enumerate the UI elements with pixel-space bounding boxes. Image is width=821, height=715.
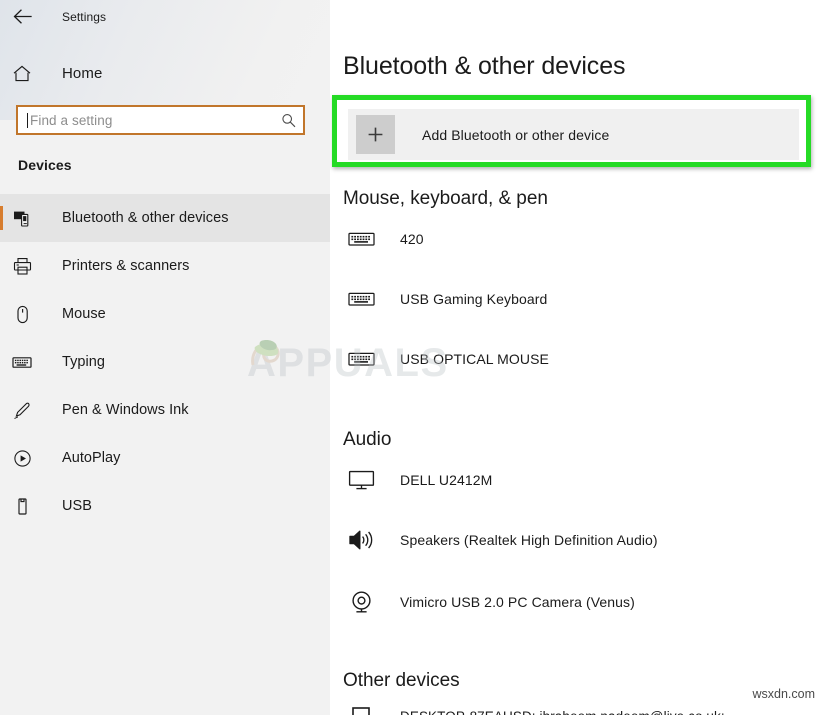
group-heading-audio: Audio (343, 429, 392, 450)
window-title: Settings (62, 9, 107, 24)
list-item[interactable]: Vimicro USB 2.0 PC Camera (Venus) (343, 585, 635, 619)
keyboard-icon (0, 355, 44, 369)
list-item[interactable]: Speakers (Realtek High Definition Audio) (343, 523, 658, 557)
sidebar-item-label: USB (62, 498, 92, 514)
sidebar-item-home[interactable]: Home (0, 58, 330, 88)
device-name: DESKTOP-87EAUSD: ibraheem.nadeem@live.co… (400, 709, 725, 715)
search-input[interactable]: Find a setting (16, 105, 305, 135)
keyboard-icon (343, 230, 379, 248)
device-name: DELL U2412M (400, 472, 493, 488)
webcam-icon (343, 590, 379, 615)
device-name: USB Gaming Keyboard (400, 291, 548, 307)
sidebar-item-printers-scanners[interactable]: Printers & scanners (0, 242, 330, 290)
add-bluetooth-or-other-device-button[interactable]: Add Bluetooth or other device (348, 109, 799, 160)
sidebar-item-typing[interactable]: Typing (0, 338, 330, 386)
list-item[interactable]: DESKTOP-87EAUSD: ibraheem.nadeem@live.co… (343, 699, 725, 715)
group-heading-mouse-keyboard-pen: Mouse, keyboard, & pen (343, 188, 548, 209)
list-item[interactable]: USB Gaming Keyboard (343, 282, 547, 316)
sidebar-item-label: Typing (62, 354, 106, 370)
sidebar-item-usb[interactable]: USB (0, 482, 330, 530)
list-item[interactable]: 420 (343, 222, 424, 256)
device-name: USB OPTICAL MOUSE (400, 351, 549, 367)
sidebar-item-label: Mouse (62, 306, 106, 322)
group-heading-other-devices: Other devices (343, 670, 460, 691)
device-name: Vimicro USB 2.0 PC Camera (Venus) (400, 594, 635, 610)
sidebar-item-bluetooth-other-devices[interactable]: Bluetooth & other devices (0, 194, 330, 242)
title-bar: Settings (0, 0, 330, 33)
printer-icon (0, 257, 44, 276)
list-item[interactable]: USB OPTICAL MOUSE (343, 342, 549, 376)
sidebar-item-mouse[interactable]: Mouse (0, 290, 330, 338)
text-caret (27, 112, 28, 128)
search-placeholder: Find a setting (30, 112, 113, 128)
device-name: Speakers (Realtek High Definition Audio) (400, 532, 658, 548)
sidebar-section-title: Devices (18, 157, 72, 173)
speaker-icon (343, 528, 379, 552)
keyboard-icon (343, 350, 379, 368)
back-arrow-icon[interactable] (0, 2, 44, 32)
monitor-icon (343, 469, 379, 491)
page-title: Bluetooth & other devices (343, 52, 626, 80)
sidebar-item-label: Bluetooth & other devices (62, 210, 229, 226)
add-device-highlight-box: Add Bluetooth or other device (332, 95, 811, 167)
sidebar-item-label: Home (62, 64, 103, 82)
main-content: Bluetooth & other devices Add Bluetooth … (330, 0, 821, 715)
add-device-label: Add Bluetooth or other device (422, 126, 610, 143)
bluetooth-devices-icon (0, 209, 44, 228)
keyboard-icon (343, 290, 379, 308)
list-item[interactable]: DELL U2412M (343, 463, 492, 497)
plus-icon (356, 115, 395, 154)
home-icon (0, 65, 44, 82)
device-name: 420 (400, 231, 424, 247)
mouse-icon (0, 305, 44, 324)
selection-accent-bar (0, 206, 3, 230)
sidebar-item-pen-windows-ink[interactable]: Pen & Windows Ink (0, 386, 330, 434)
search-icon[interactable] (275, 113, 301, 128)
pen-icon (0, 401, 44, 420)
sidebar: Settings Home Find a setting Devices Blu… (0, 0, 330, 715)
sidebar-item-label: Pen & Windows Ink (62, 402, 189, 418)
device-icon (343, 706, 379, 715)
sidebar-item-label: Printers & scanners (62, 258, 190, 274)
usb-icon (0, 497, 44, 516)
wsxdn-watermark: wsxdn.com (752, 687, 815, 701)
sidebar-item-autoplay[interactable]: AutoPlay (0, 434, 330, 482)
autoplay-icon (0, 449, 44, 468)
sidebar-nav-list: Bluetooth & other devices Printers & sca… (0, 194, 330, 530)
settings-window: Settings Home Find a setting Devices Blu… (0, 0, 821, 715)
sidebar-item-label: AutoPlay (62, 450, 121, 466)
